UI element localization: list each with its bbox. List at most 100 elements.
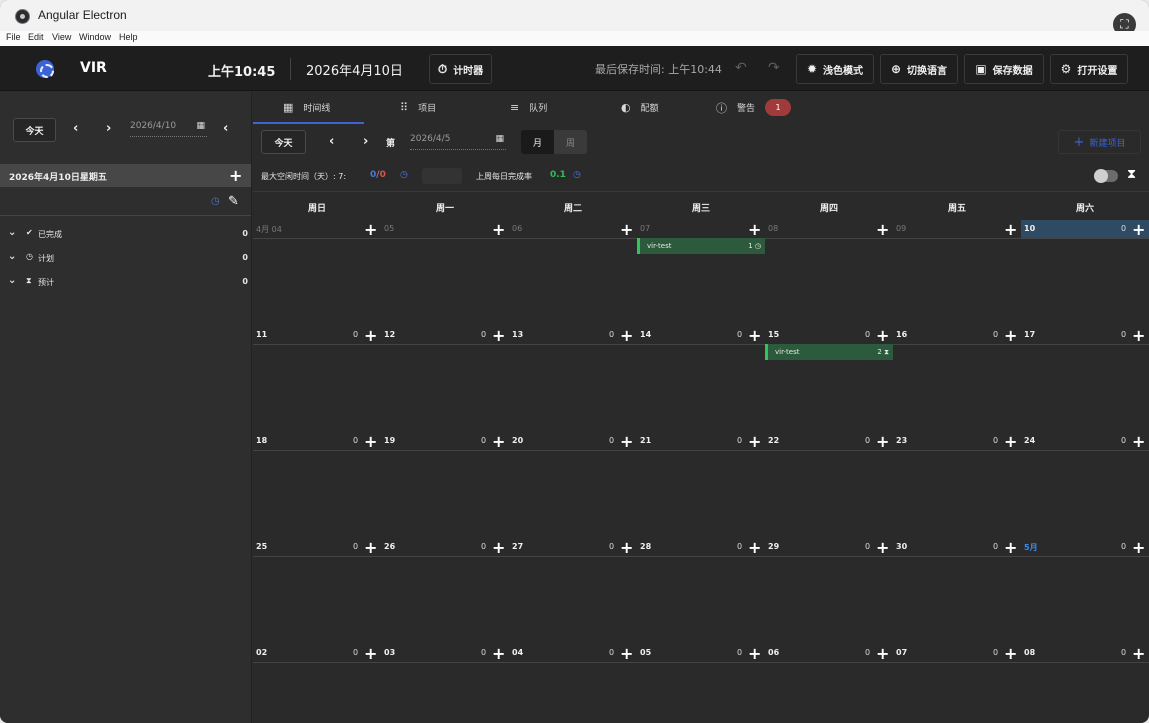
add-task-icon[interactable]: + <box>620 326 633 345</box>
sidebar-prev-day-icon[interactable]: ‹ <box>73 121 78 136</box>
calendar-day-cell[interactable]: 30 0 + <box>893 538 1021 644</box>
sidebar-date-input[interactable]: 2026/4/10 ▦ <box>130 121 207 137</box>
clock-icon[interactable]: ◷ <box>573 170 581 180</box>
calendar-day-cell[interactable]: 26 0 + <box>381 538 509 644</box>
calendar-day-cell[interactable]: 14 0 + <box>637 326 765 432</box>
calendar-day-cell[interactable]: 4月 04 + <box>253 220 381 326</box>
add-task-icon[interactable]: + <box>364 644 377 663</box>
add-task-icon[interactable]: + <box>492 432 505 451</box>
add-task-icon[interactable]: + <box>1132 326 1145 345</box>
calendar-day-cell[interactable]: 29 0 + <box>765 538 893 644</box>
language-button[interactable]: ⊕ 切换语言 <box>880 54 958 84</box>
event-chip[interactable]: vir-test 1 ◷ <box>637 238 765 254</box>
add-task-icon[interactable]: + <box>748 326 761 345</box>
add-task-icon[interactable]: + <box>1132 538 1145 557</box>
add-task-icon[interactable]: + <box>364 326 377 345</box>
clock-icon[interactable]: ◷ <box>400 170 408 180</box>
add-task-icon[interactable]: + <box>748 538 761 557</box>
add-task-icon[interactable]: + <box>620 432 633 451</box>
tab-alerts[interactable]: ⓘ 警告 1 <box>716 92 792 123</box>
calendar-day-cell[interactable]: 5月 0 + <box>1021 538 1149 644</box>
calendar-day-cell[interactable]: 08 + <box>765 220 893 326</box>
calendar-day-cell[interactable]: 12 0 + <box>381 326 509 432</box>
add-task-icon[interactable]: + <box>1004 538 1017 557</box>
new-project-button[interactable]: + 新建项目 <box>1058 130 1141 154</box>
chevron-down-icon[interactable]: ⌄ <box>8 275 16 286</box>
view-week-button[interactable]: 周 <box>554 130 587 154</box>
edit-icon[interactable]: ✎ <box>228 194 239 209</box>
tab-timeline[interactable]: ▦ 时间线 <box>283 92 330 123</box>
calendar-day-cell[interactable]: 13 0 + <box>509 326 637 432</box>
calendar-day-cell[interactable]: 04 0 + <box>509 644 637 723</box>
add-task-icon[interactable]: + <box>492 644 505 663</box>
menu-view[interactable]: View <box>52 32 71 42</box>
add-task-icon[interactable]: + <box>876 326 889 345</box>
add-task-icon[interactable]: + <box>876 644 889 663</box>
group-completed[interactable]: ⌄ ✔ 已完成 0 <box>8 227 248 242</box>
calendar-day-cell[interactable]: 06 + <box>509 220 637 326</box>
menu-file[interactable]: File <box>6 32 21 42</box>
collapse-sidebar-icon[interactable]: ‹ <box>223 121 228 136</box>
tab-projects[interactable]: ⠿ 项目 <box>400 92 436 123</box>
chevron-down-icon[interactable]: ⌄ <box>8 227 16 238</box>
add-task-icon[interactable]: + <box>876 432 889 451</box>
calendar-day-cell[interactable]: 19 0 + <box>381 432 509 538</box>
toolbar-date-input[interactable]: 2026/4/5 ▦ <box>410 134 506 150</box>
add-task-icon[interactable]: + <box>229 166 242 185</box>
calendar-day-cell[interactable]: 03 0 + <box>381 644 509 723</box>
hourglass-icon[interactable]: ⧗ <box>1127 167 1136 182</box>
light-mode-button[interactable]: ✹ 浅色模式 <box>796 54 874 84</box>
calendar-day-cell[interactable]: 05 + <box>381 220 509 326</box>
save-button[interactable]: ▣ 保存数据 <box>964 54 1044 84</box>
timer-button[interactable]: ⏱ 计时器 <box>429 54 492 84</box>
group-planned[interactable]: ⌄ ◷ 计划 0 <box>8 251 248 266</box>
redo-icon[interactable]: ↷ <box>768 60 780 76</box>
sidebar-today-button[interactable]: 今天 <box>13 118 56 142</box>
idle-time-field[interactable] <box>422 168 462 184</box>
calendar-day-cell[interactable]: 27 0 + <box>509 538 637 644</box>
calendar-day-cell[interactable]: 23 0 + <box>893 432 1021 538</box>
calendar-day-cell[interactable]: 18 0 + <box>253 432 381 538</box>
add-task-icon[interactable]: + <box>876 220 889 239</box>
calendar-day-cell[interactable]: 07 + <box>637 220 765 326</box>
settings-button[interactable]: ⚙ 打开设置 <box>1050 54 1128 84</box>
menu-edit[interactable]: Edit <box>28 32 44 42</box>
add-task-icon[interactable]: + <box>492 220 505 239</box>
add-task-icon[interactable]: + <box>748 220 761 239</box>
calendar-day-cell[interactable]: 05 0 + <box>637 644 765 723</box>
sidebar-next-day-icon[interactable]: › <box>106 121 111 136</box>
calendar-day-cell[interactable]: 17 0 + <box>1021 326 1149 432</box>
prev-period-icon[interactable]: ‹ <box>329 134 334 149</box>
calendar-day-cell[interactable]: 16 0 + <box>893 326 1021 432</box>
add-task-icon[interactable]: + <box>1132 220 1145 239</box>
undo-icon[interactable]: ↶ <box>735 60 747 76</box>
tab-queue[interactable]: ≡ 队列 <box>510 92 547 123</box>
menu-window[interactable]: Window <box>79 32 111 42</box>
calendar-day-cell[interactable]: 02 0 + <box>253 644 381 723</box>
menu-help[interactable]: Help <box>119 32 138 42</box>
add-task-icon[interactable]: + <box>1004 432 1017 451</box>
chevron-down-icon[interactable]: ⌄ <box>8 251 16 262</box>
calendar-icon[interactable]: ▦ <box>495 134 504 144</box>
tab-quota[interactable]: ◐ 配额 <box>621 92 659 123</box>
add-task-icon[interactable]: + <box>876 538 889 557</box>
add-task-icon[interactable]: + <box>1004 220 1017 239</box>
event-chip[interactable]: vir-test 2 ⧗ <box>765 344 893 360</box>
add-task-icon[interactable]: + <box>364 220 377 239</box>
add-task-icon[interactable]: + <box>1132 432 1145 451</box>
add-task-icon[interactable]: + <box>1004 644 1017 663</box>
calendar-day-cell[interactable]: 09 + <box>893 220 1021 326</box>
calendar-day-cell[interactable]: 25 0 + <box>253 538 381 644</box>
display-toggle[interactable] <box>1094 169 1118 183</box>
add-task-icon[interactable]: + <box>620 220 633 239</box>
add-task-icon[interactable]: + <box>748 432 761 451</box>
next-period-icon[interactable]: › <box>363 134 368 149</box>
calendar-icon[interactable]: ▦ <box>196 121 205 131</box>
calendar-day-cell[interactable]: 28 0 + <box>637 538 765 644</box>
calendar-day-cell[interactable]: 22 0 + <box>765 432 893 538</box>
calendar-day-cell[interactable]: 15 0 + <box>765 326 893 432</box>
add-task-icon[interactable]: + <box>620 644 633 663</box>
add-task-icon[interactable]: + <box>492 326 505 345</box>
calendar-day-cell[interactable]: 08 0 + <box>1021 644 1149 723</box>
add-task-icon[interactable]: + <box>748 644 761 663</box>
